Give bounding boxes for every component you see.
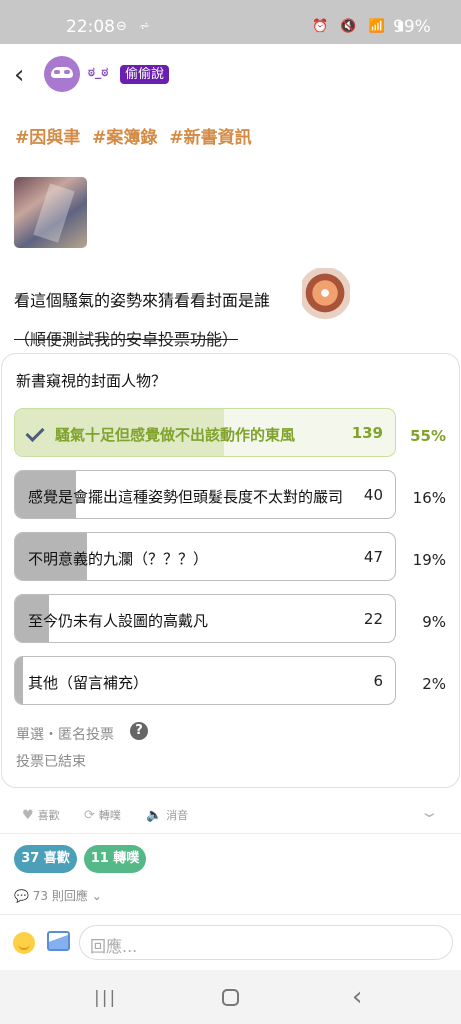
- status-time: 22:08: [66, 17, 115, 37]
- battery-level: 99%: [393, 17, 431, 37]
- like-label: 喜歡: [37, 809, 60, 822]
- poll-option[interactable]: 不明意義的九瀾（？？？） 47: [14, 532, 396, 581]
- status-bar: 22:08 ⊖ ⩫ ⏰ 🔇 📶 ▮ 99%: [0, 0, 461, 44]
- post-header: ‹ ಠ_ಠ 偷偷說: [0, 44, 461, 106]
- poll-option-label: 騷氣十足但感覺做不出該動作的東風: [55, 426, 296, 444]
- poll-option[interactable]: 騷氣十足但感覺做不出該動作的東風 139: [14, 408, 396, 457]
- poll-card: 新書窺視的封面人物？ 騷氣十足但感覺做不出該動作的東風 139 55% 感覺是會…: [1, 353, 460, 788]
- poll-option-label: 至今仍未有人設圖的高戴凡: [28, 612, 209, 630]
- poll-type: 單選・匿名投票: [16, 727, 114, 743]
- hashtag-link[interactable]: #因與聿: [15, 128, 80, 148]
- poll-option-count: 6: [373, 672, 383, 690]
- back-icon[interactable]: ‹: [14, 60, 24, 90]
- heart-icon: ♥: [22, 808, 34, 823]
- poll-option-label: 其他（留言補充）: [28, 674, 149, 692]
- speaker-icon: 🔈: [146, 808, 163, 823]
- username[interactable]: ಠ_ಠ: [88, 65, 108, 80]
- like-button[interactable]: ♥ 喜歡: [22, 807, 60, 823]
- poll-option-count: 40: [363, 486, 383, 504]
- back-icon[interactable]: ‹: [352, 982, 362, 1012]
- hashtag-link[interactable]: #新書資訊: [169, 128, 251, 148]
- poll-title: 新書窺視的封面人物？: [16, 372, 167, 390]
- chevron-down-icon[interactable]: ⌄: [419, 803, 439, 821]
- avatar[interactable]: [44, 56, 80, 92]
- help-icon[interactable]: ?: [130, 722, 148, 740]
- cover-image-thumbnail[interactable]: [14, 177, 87, 248]
- comments-count: 73 則回應: [32, 889, 88, 903]
- repost-icon: ⟳: [84, 808, 95, 823]
- post-strikethrough-text: （順便測試我的安卓投票功能）: [14, 330, 239, 349]
- home-icon[interactable]: [222, 989, 239, 1006]
- sticker-image: [302, 268, 350, 320]
- poll-option-fill: [15, 657, 23, 704]
- poll-option-percent: 2%: [422, 675, 446, 693]
- mute-button[interactable]: 🔈 消音: [146, 807, 188, 823]
- repost-button[interactable]: ⟳ 轉噗: [84, 807, 121, 823]
- poll-option[interactable]: 其他（留言補充） 6: [14, 656, 396, 705]
- poll-option-count: 139: [351, 424, 383, 442]
- comments-toggle[interactable]: 💬 73 則回應 ⌄: [14, 887, 102, 904]
- android-navigation-bar: ||| ‹: [0, 970, 461, 1024]
- mask-icon: [51, 67, 73, 78]
- image-icon[interactable]: [47, 931, 70, 951]
- poll-option-percent: 19%: [412, 551, 446, 569]
- chevron-down-icon: ⌄: [91, 889, 102, 903]
- comment-icon: 💬: [14, 889, 29, 903]
- poll-option-percent: 55%: [410, 427, 446, 445]
- poll-option[interactable]: 至今仍未有人設圖的高戴凡 22: [14, 594, 396, 643]
- poll-option-label: 不明意義的九瀾（？？？）: [28, 550, 209, 568]
- poll-option[interactable]: 感覺是會擺出這種姿勢但頭髮長度不太對的嚴司 40: [14, 470, 396, 519]
- reposts-count-badge[interactable]: 11 轉噗: [84, 845, 146, 873]
- divider: [0, 914, 461, 915]
- anonymous-badge: 偷偷說: [120, 65, 170, 84]
- poll-option-count: 22: [363, 610, 383, 628]
- post-actions: ♥ 喜歡 ⟳ 轉噗 🔈 消音 ⌄: [0, 790, 461, 834]
- emoji-icon[interactable]: [13, 932, 35, 954]
- repost-label: 轉噗: [98, 809, 121, 822]
- likes-count-badge[interactable]: 37 喜歡: [14, 845, 77, 873]
- poll-option-percent: 9%: [422, 613, 446, 631]
- recent-apps-icon[interactable]: |||: [94, 988, 117, 1008]
- hashtag-link[interactable]: #案簿錄: [92, 128, 157, 148]
- mute-label: 消音: [166, 809, 189, 822]
- poll-option-count: 47: [363, 548, 383, 566]
- hashtag-list: #因與聿 #案簿錄 #新書資訊: [15, 123, 258, 148]
- poll-status: 投票已結束: [16, 754, 86, 770]
- status-left-icons: ⊖ ⩫: [116, 19, 154, 34]
- poll-option-percent: 16%: [412, 489, 446, 507]
- check-icon: [26, 422, 46, 442]
- post-text-line: 看這個騷氣的姿勢來猜看看封面是誰: [14, 291, 271, 310]
- poll-option-label: 感覺是會擺出這種姿勢但頭髮長度不太對的嚴司: [28, 488, 344, 506]
- reply-input[interactable]: 回應...: [79, 925, 453, 960]
